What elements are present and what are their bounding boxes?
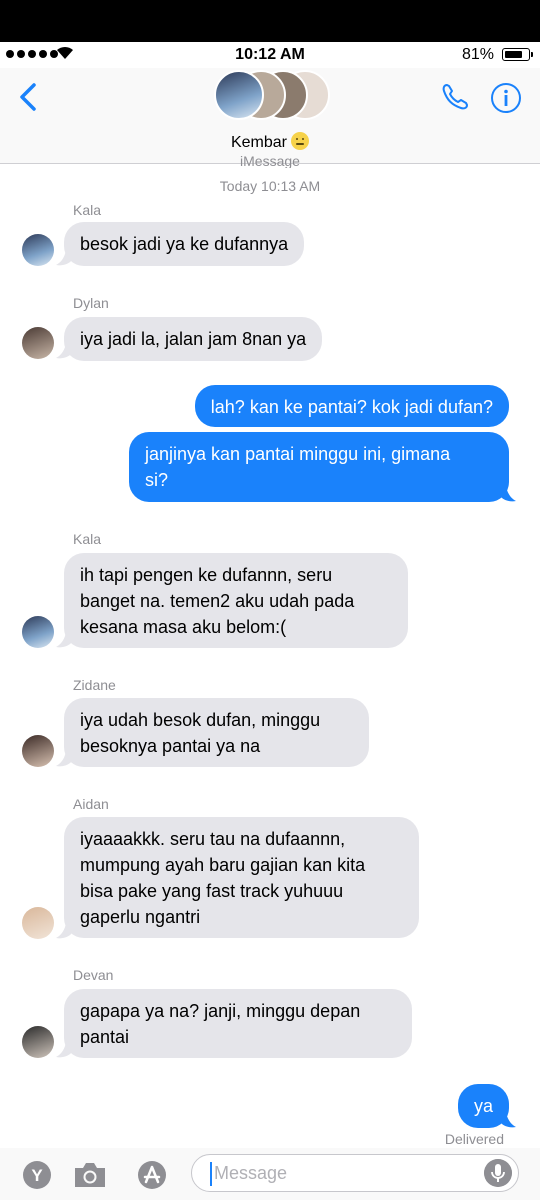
- message-sender: Kala: [73, 531, 102, 547]
- message-sender: Devan: [73, 967, 114, 983]
- message-text: ih tapi pengen ke dufannn, seru: [80, 565, 333, 585]
- message-text: bisa pake yang fast track yuhuuu: [80, 881, 344, 901]
- message-text: iya udah besok dufan, minggu: [80, 710, 321, 730]
- avatar: [22, 735, 54, 767]
- incoming-message-bubble[interactable]: iyaaaakkk. seru tau na dufaannn, mumpung…: [64, 817, 419, 938]
- message-sender: Dylan: [73, 295, 109, 311]
- microphone-icon[interactable]: [484, 1159, 512, 1187]
- thread-timestamp: Today 10:13 AM: [219, 178, 321, 194]
- avatar: [22, 327, 54, 359]
- incoming-message-bubble[interactable]: gapapa ya na? janji, minggu depan pantai: [64, 989, 412, 1058]
- avatar: [214, 70, 264, 120]
- delivered-status: Delivered: [444, 1131, 504, 1147]
- avatar: [22, 616, 54, 648]
- outgoing-message-bubble[interactable]: lah? kan ke pantai? kok jadi dufan?: [194, 385, 509, 427]
- phone-icon[interactable]: [440, 82, 470, 112]
- message-text: gaperlu ngantri: [80, 907, 201, 927]
- y-app-icon[interactable]: Y: [22, 1160, 52, 1190]
- incoming-message-bubble[interactable]: iya jadi la, jalan jam 8nan ya: [64, 317, 323, 361]
- message-text: banget na. temen2 aku udah pada: [80, 591, 355, 611]
- incoming-message-bubble[interactable]: besok jadi ya ke dufannya: [64, 222, 305, 266]
- message-text: ya: [473, 1096, 493, 1116]
- message-sender: Aidan: [73, 796, 109, 812]
- battery-percent: 81%: [461, 46, 494, 63]
- chevron-left-icon[interactable]: [14, 82, 44, 112]
- message-text: kesana masa aku belom:(: [80, 617, 287, 637]
- contact-name-label: Kembar: [230, 134, 288, 151]
- message-input[interactable]: Message: [191, 1154, 519, 1192]
- avatar: [22, 907, 54, 939]
- outgoing-message-bubble[interactable]: ya: [457, 1084, 509, 1128]
- group-avatars[interactable]: [214, 70, 330, 122]
- message-text: mumpung ayah baru gajian kan kita: [80, 855, 366, 875]
- message-text: pantai: [80, 1027, 130, 1047]
- conversation-header: Kembar: [0, 68, 540, 164]
- message-sender: Kala: [73, 202, 102, 218]
- contact-name[interactable]: Kembar: [0, 132, 540, 152]
- camera-icon[interactable]: [72, 1160, 108, 1190]
- text-cursor: [210, 1162, 212, 1186]
- compose-bar: Y Message: [0, 1148, 540, 1200]
- message-text: lah? kan ke pantai? kok jadi dufan?: [210, 397, 493, 417]
- top-black-bar: [0, 0, 540, 42]
- incoming-message-bubble[interactable]: ih tapi pengen ke dufannn, seru banget n…: [64, 553, 408, 648]
- message-text: besok jadi ya ke dufannya: [80, 234, 289, 254]
- outgoing-message-bubble[interactable]: janjinya kan pantai minggu ini, gimana s…: [129, 432, 509, 502]
- message-text: gapapa ya na? janji, minggu depan: [80, 1001, 361, 1021]
- message-text: janjinya kan pantai minggu ini, gimana: [145, 444, 451, 464]
- incoming-message-bubble[interactable]: iya udah besok dufan, minggu besoknya pa…: [64, 698, 369, 767]
- message-sender: Zidane: [73, 677, 116, 693]
- info-icon[interactable]: [490, 82, 522, 114]
- neutral-face-emoji: [291, 132, 310, 150]
- message-text: iyaaaakkk. seru tau na dufaannn,: [80, 829, 346, 849]
- status-bar: 10:12 AM 81%: [0, 42, 540, 68]
- app-store-icon[interactable]: [134, 1160, 170, 1190]
- avatar: [22, 1026, 54, 1058]
- service-label: iMessage: [240, 156, 300, 168]
- status-time: 10:12 AM: [235, 46, 305, 63]
- message-text: iya jadi la, jalan jam 8nan ya: [80, 329, 307, 349]
- svg-text:Y: Y: [31, 1166, 43, 1185]
- avatar: [22, 234, 54, 266]
- message-text: besoknya pantai ya na: [80, 736, 261, 756]
- message-input-placeholder: Message: [214, 1163, 288, 1183]
- battery-icon: [502, 48, 533, 61]
- message-text: si?: [145, 470, 169, 490]
